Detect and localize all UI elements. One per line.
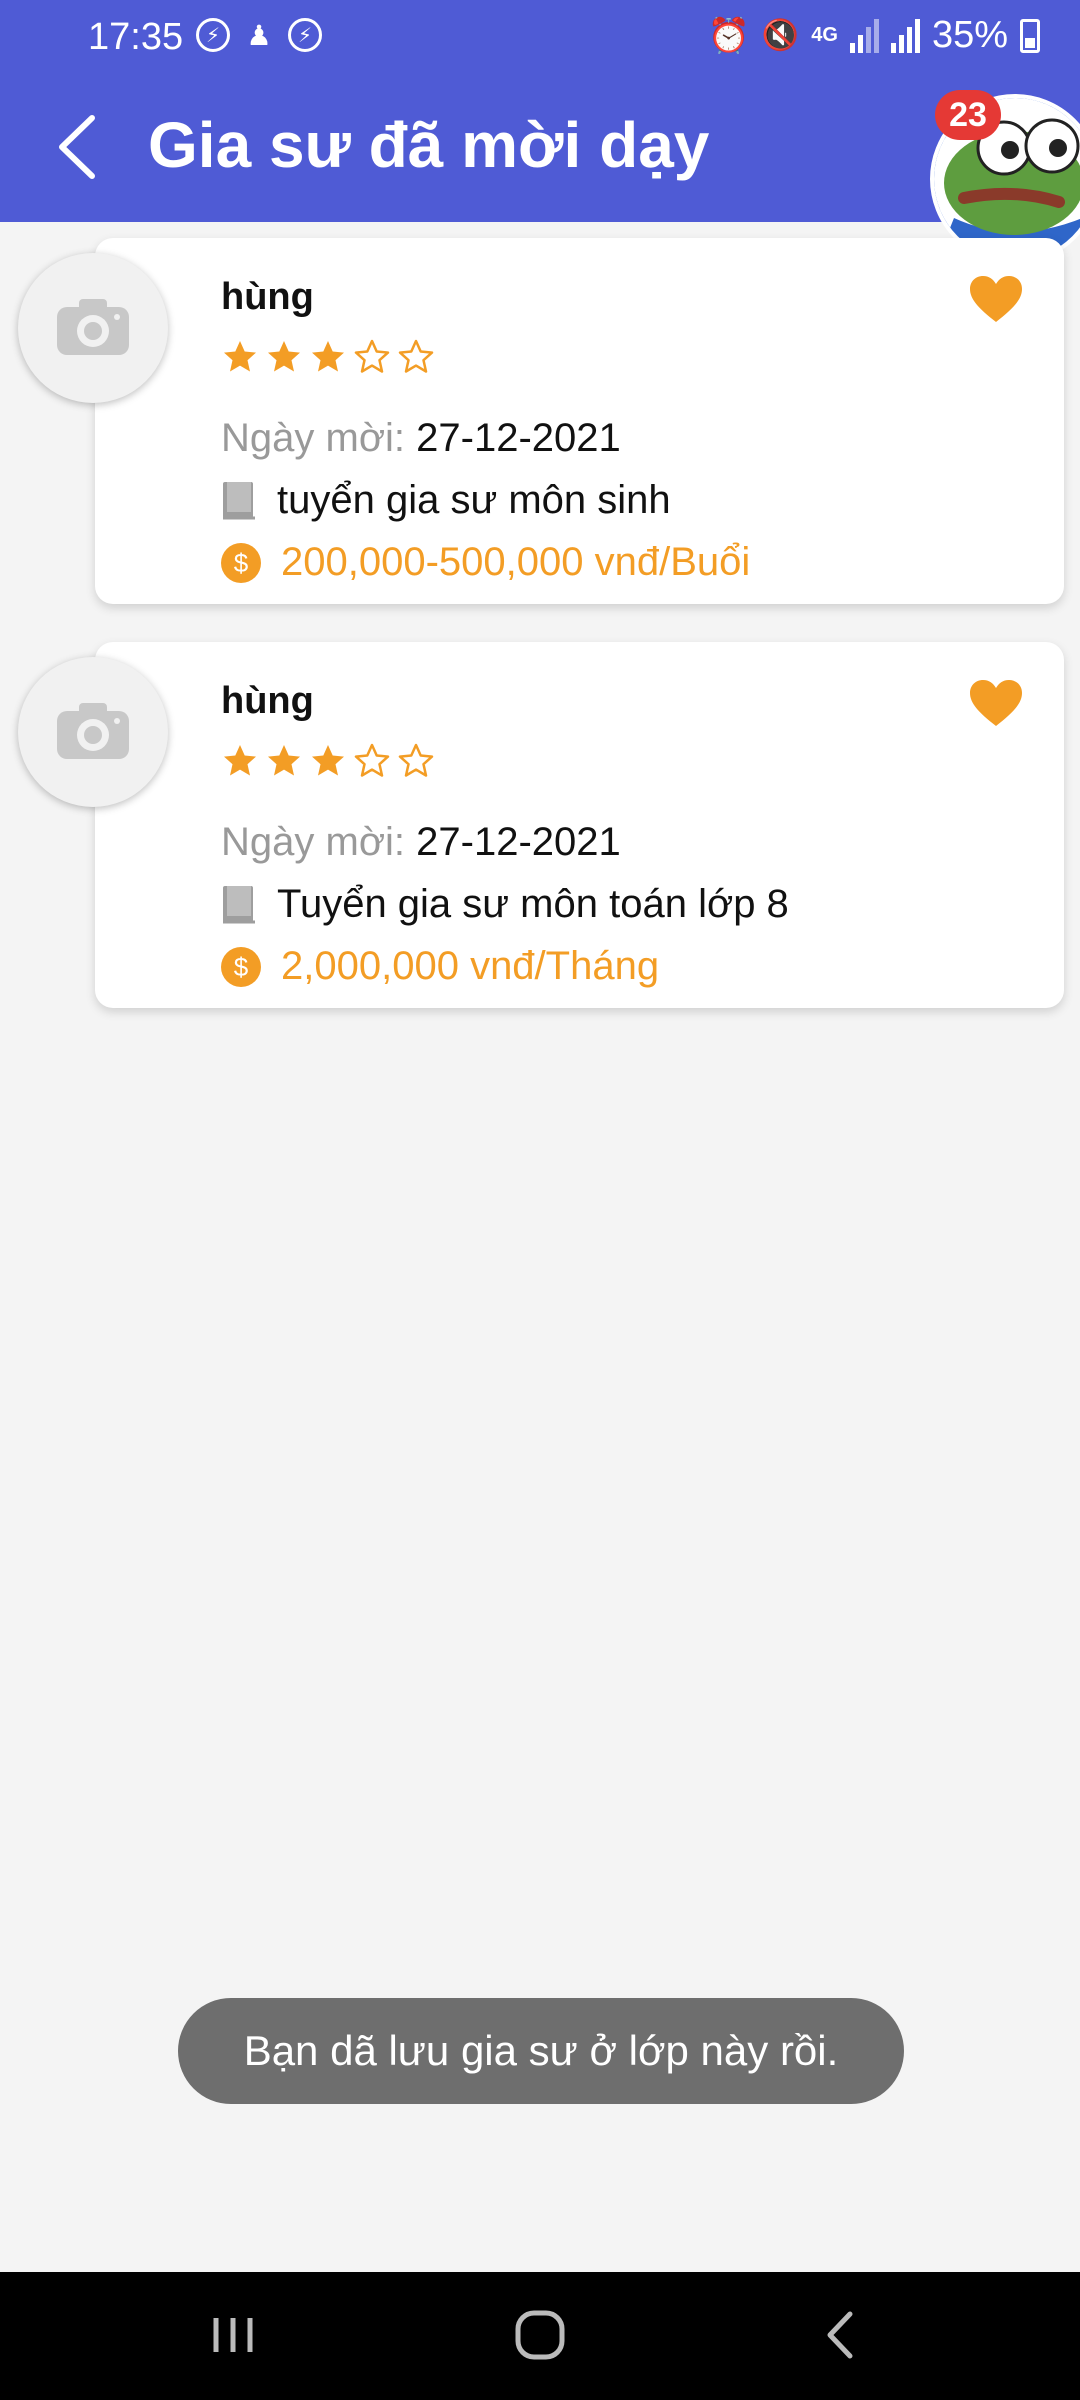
price-row: $ 2,000,000 vnđ/Tháng (221, 944, 659, 989)
alarm-icon: ⏰ (707, 16, 750, 55)
star-empty-icon (398, 339, 434, 373)
dollar-coin-icon: $ (221, 542, 261, 583)
app-notification-icon: ♟ (246, 19, 272, 51)
system-icons: ⏰ 🔇 4G 35% (708, 14, 1040, 57)
app-bar: 17:35 ⚡ ♟ ⚡ ⏰ 🔇 4G 35% Gia sư đã mời dạy (0, 0, 1080, 222)
rating-stars (221, 338, 435, 376)
price-text: 2,000,000 vnđ/Tháng (281, 944, 660, 988)
home-icon[interactable] (510, 2300, 570, 2370)
star-filled-icon (312, 745, 344, 776)
subject-text: tuyển gia sư môn sinh (277, 478, 671, 522)
star-filled-icon (312, 341, 344, 372)
tutor-avatar[interactable] (18, 657, 168, 807)
star-filled-icon (224, 341, 256, 372)
star-empty-icon (354, 339, 390, 373)
battery-icon (1020, 18, 1040, 53)
rating-stars (221, 742, 435, 780)
system-nav-bar (0, 2272, 1080, 2400)
star-empty-icon (354, 743, 390, 777)
toast-message: Bạn dã lưu gia sư ở lớp này rồi. (178, 1998, 904, 2104)
messenger-icon: ⚡ (196, 18, 230, 52)
tutor-name: hùng (221, 680, 314, 722)
status-time: 17:35 (88, 16, 184, 58)
invite-date: 27-12-2021 (416, 820, 621, 864)
star-filled-icon (268, 745, 300, 776)
status-bar: 17:35 ⚡ ♟ ⚡ ⏰ 🔇 4G 35% (0, 0, 1080, 76)
book-icon (223, 481, 255, 519)
notification-icons: ⚡ ♟ ⚡ (196, 18, 322, 52)
dollar-coin-icon: $ (221, 946, 261, 987)
network-type: 4G (811, 24, 838, 46)
recent-apps-icon[interactable] (208, 2300, 258, 2370)
book-icon (223, 885, 255, 923)
invite-date-row: Ngày mời: 27-12-2021 (221, 416, 621, 461)
star-filled-icon (224, 745, 256, 776)
tutor-avatar[interactable] (18, 253, 168, 403)
star-filled-icon (268, 341, 300, 372)
camera-icon (57, 299, 129, 355)
mute-icon: 🔇 (761, 19, 800, 52)
page-title: Gia sư đã mời dạy (148, 109, 710, 181)
heart-icon[interactable] (968, 274, 1024, 324)
messenger-icon: ⚡ (288, 18, 322, 52)
invite-date-label: Ngày mời: (221, 416, 406, 460)
invite-date-label: Ngày mời: (221, 820, 406, 864)
tutor-card[interactable]: hùng Ngày mời: 27-12-2021 Tuyển gia sư m… (95, 642, 1064, 1008)
nav-back-icon[interactable] (820, 2300, 860, 2370)
subject-text: Tuyển gia sư môn toán lớp 8 (277, 882, 789, 926)
price-row: $ 200,000-500,000 vnđ/Buổi (221, 540, 750, 585)
signal-icon (890, 18, 920, 53)
tutor-card[interactable]: hùng Ngày mời: 27-12-2021 tuyển gia sư m… (95, 238, 1064, 604)
back-arrow-icon[interactable] (52, 112, 102, 182)
invite-date-row: Ngày mời: 27-12-2021 (221, 820, 621, 865)
signal-icon (849, 18, 879, 53)
subject-row: tuyển gia sư môn sinh (221, 478, 671, 523)
chat-head-badge: 23 (935, 90, 1001, 140)
subject-row: Tuyển gia sư môn toán lớp 8 (221, 882, 789, 927)
tutor-name: hùng (221, 276, 314, 318)
price-text: 200,000-500,000 vnđ/Buổi (281, 540, 751, 584)
battery-percent: 35% (931, 14, 1008, 56)
invite-date: 27-12-2021 (416, 416, 621, 460)
star-empty-icon (398, 743, 434, 777)
camera-icon (57, 703, 129, 759)
heart-icon[interactable] (968, 678, 1024, 728)
